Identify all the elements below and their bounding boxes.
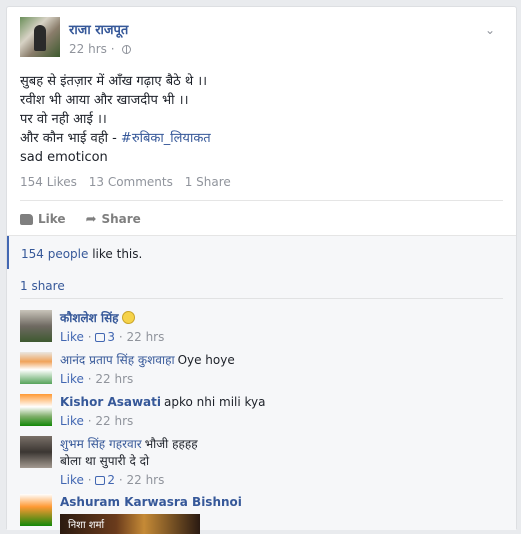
comment-body: शुभम सिंह गहरवार भौजी हहहह बोला था सुपारी… [60,436,500,489]
post-card: राजा राजपूत 22 hrs · ⌄ सुबह से इंतज़ार म… [6,6,517,534]
avatar[interactable] [20,310,52,342]
comment-body: आनंद प्रताप सिंह कुशवाहा Oye hoye Like · … [60,352,500,388]
comment-text: भौजी हहहह [144,437,198,451]
avatar[interactable] [20,494,52,526]
divider [20,200,503,201]
comment-meta: Like · 22 hrs [60,414,134,428]
post-actions: Like ➦ Share [20,206,141,232]
shares-link[interactable]: 1 share [20,279,65,293]
post-text: सुबह से इंतज़ार में आँख गढ़ाए बैठे थे ।।… [20,72,500,167]
chevron-down-icon[interactable]: ⌄ [485,23,495,37]
commenter-name[interactable]: कौशलेश सिंह [60,311,119,325]
smile-emoji-icon [121,311,135,324]
avatar-figure [34,25,46,51]
thumbs-up-icon [20,213,33,225]
post-line: सुबह से इंतज़ार में आँख गढ़ाए बैठे थे ।। [20,74,208,89]
comment-line: शुभम सिंह गहरवार भौजी हहहह [60,436,500,453]
thumbs-up-icon [95,333,106,342]
avatar[interactable] [20,394,52,426]
comment-time[interactable]: 22 hrs [95,372,133,386]
comment-image-caption: निशा शर्मा [68,520,105,531]
likes-suffix: like this. [88,247,143,261]
hashtag-link[interactable]: #रुबिका_लियाकत [121,131,211,146]
likes-summary-text: 154 people like this. [21,247,142,261]
comment-line: Kishor Asawati apko nhi mili kya [60,394,500,411]
comment-like-link[interactable]: Like [60,372,84,386]
avatar[interactable] [20,352,52,384]
comment-text: apko nhi mili kya [164,395,266,409]
comments-section: 154 people like this. 1 share कौशलेश सिं… [7,235,516,534]
divider [20,298,503,299]
commenter-name[interactable]: शुभम सिंह गहरवार [60,437,142,451]
avatar[interactable] [20,436,52,468]
commenter-name[interactable]: आनंद प्रताप सिंह कुशवाहा [60,353,175,367]
post-line: पर वो नही आई ।। [20,112,107,127]
post-meta: 22 hrs · [69,42,132,56]
meta-dot: · [110,42,119,56]
comment-meta: Like · 2 · 22 hrs [60,473,165,487]
likes-people-link[interactable]: 154 people [21,247,88,261]
comment-line: आनंद प्रताप सिंह कुशवाहा Oye hoye [60,352,500,369]
post-stats: 154 Likes 13 Comments 1 Share [20,175,239,189]
comment-line: Ashuram Karwasra Bishnoi [60,494,500,511]
comment-like-count[interactable]: 3 [107,330,115,344]
comment-meta: Like · 3 · 22 hrs [60,330,165,344]
comment-like-link[interactable]: Like [60,473,84,487]
comment-time[interactable]: 22 hrs [95,414,133,428]
thumbs-up-icon [95,476,106,485]
post-line: और कौन भाई वही - #रुबिका_लियाकत [20,129,500,148]
comments-count[interactable]: 13 Comments [89,175,173,189]
comment-time[interactable]: 22 hrs [126,473,164,487]
comment-text: Oye hoye [177,353,235,367]
post-line-text: और कौन भाई वही - [20,131,121,146]
author-avatar[interactable] [20,17,60,57]
comment-like-link[interactable]: Like [60,330,84,344]
share-button[interactable]: ➦ Share [86,212,141,227]
author-name[interactable]: राजा राजपूत [69,20,128,38]
post-header: राजा राजपूत 22 hrs · ⌄ [20,17,500,57]
comment-body: कौशलेश सिंह Like · 3 · 22 hrs [60,310,500,346]
comment-like-count[interactable]: 2 [107,473,115,487]
share-label: Share [101,212,141,226]
commenter-name[interactable]: Kishor Asawati [60,395,161,409]
post-line: रवीश भी आया और खाजदीप भी ।। [20,93,189,108]
globe-icon [122,45,132,54]
shares-count[interactable]: 1 Share [185,175,231,189]
comment-line: कौशलेश सिंह [60,310,500,327]
comment-like-link[interactable]: Like [60,414,84,428]
comment-time[interactable]: 22 hrs [126,330,164,344]
comment-image[interactable]: निशा शर्मा [60,514,200,534]
comment-body: Ashuram Karwasra Bishnoi [60,494,500,511]
comment-meta: Like · 22 hrs [60,372,134,386]
post-time[interactable]: 22 hrs [69,42,107,56]
like-button[interactable]: Like [20,212,66,226]
likes-count[interactable]: 154 Likes [20,175,77,189]
commenter-name[interactable]: Ashuram Karwasra Bishnoi [60,495,242,509]
comment-text-line2: बोला था सुपारी दे दो [60,454,150,468]
like-label: Like [38,212,66,226]
post-line: sad emoticon [20,150,108,165]
share-arrow-icon: ➦ [85,211,97,227]
comment-body: Kishor Asawati apko nhi mili kya Like · 2… [60,394,500,430]
likes-summary: 154 people like this. [7,236,516,269]
